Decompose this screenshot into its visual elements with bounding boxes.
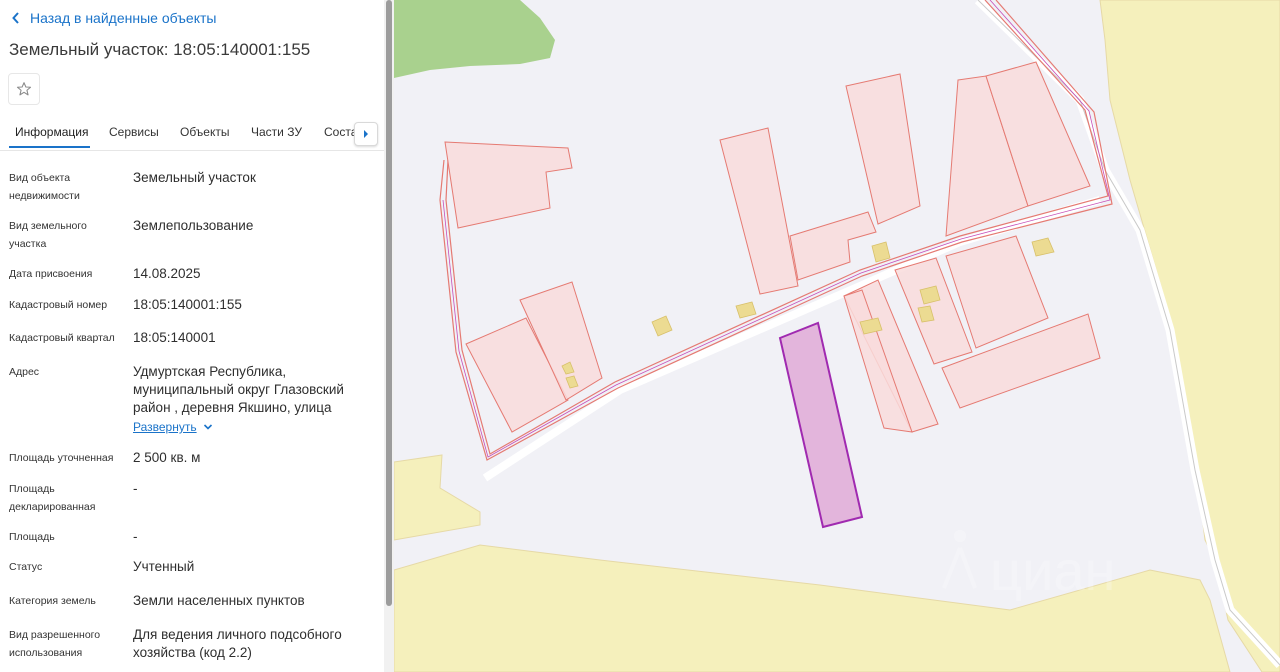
favorite-button[interactable] bbox=[8, 73, 40, 105]
tab-objects[interactable]: Объекты bbox=[180, 125, 230, 139]
field-label: Кадастровый номер bbox=[9, 299, 108, 311]
field-value: - bbox=[133, 529, 138, 544]
field-label: Площадь уточненная bbox=[9, 452, 114, 464]
field-value: 2 500 кв. м bbox=[133, 450, 201, 465]
active-tab-indicator bbox=[9, 146, 90, 148]
field-label: Площадь bbox=[9, 531, 55, 543]
field-value: Учтенный bbox=[133, 559, 195, 574]
tabs-scroll-right-button[interactable] bbox=[354, 122, 378, 146]
chevron-left-icon bbox=[12, 12, 19, 24]
field-label: Вид разрешенного использования bbox=[9, 629, 101, 659]
watermark-text: циан bbox=[990, 539, 1115, 602]
field-value: 18:05:140001 bbox=[133, 330, 216, 345]
field-value: Удмуртская Республика, муниципальный окр… bbox=[133, 364, 344, 415]
scrollbar-thumb[interactable] bbox=[386, 0, 392, 606]
panel-scrollbar[interactable] bbox=[384, 0, 394, 672]
field-value: Земли населенных пунктов bbox=[133, 593, 305, 608]
field-label: Вид земельного участка bbox=[9, 220, 87, 250]
expand-label: Развернуть bbox=[133, 420, 197, 434]
tab-parts[interactable]: Части ЗУ bbox=[251, 125, 302, 139]
tab-composition[interactable]: Соста bbox=[324, 125, 357, 139]
map-canvas[interactable]: циан bbox=[394, 0, 1280, 672]
back-link[interactable]: Назад в найденные объекты bbox=[12, 8, 216, 28]
expand-address-button[interactable]: Развернуть bbox=[133, 418, 213, 436]
field-value: - bbox=[133, 481, 138, 496]
field-label: Дата присвоения bbox=[9, 268, 93, 280]
field-value: Земельный участок bbox=[133, 170, 256, 185]
field-label: Кадастровый квартал bbox=[9, 332, 115, 344]
star-icon bbox=[16, 82, 32, 96]
cadastral-map[interactable]: циан bbox=[394, 0, 1280, 672]
tab-services[interactable]: Сервисы bbox=[109, 125, 159, 139]
caret-right-icon bbox=[364, 130, 368, 138]
field-label: Статус bbox=[9, 561, 43, 573]
field-value: 14.08.2025 bbox=[133, 266, 201, 281]
field-label: Адрес bbox=[9, 366, 40, 378]
field-label: Площадь декларированная bbox=[9, 483, 96, 513]
chevron-down-icon bbox=[203, 424, 212, 430]
page-title: Земельный участок: 18:05:140001:155 bbox=[9, 40, 311, 59]
field-label: Категория земель bbox=[9, 595, 96, 607]
info-panel: Назад в найденные объекты Земельный учас… bbox=[0, 0, 384, 672]
back-link-label: Назад в найденные объекты bbox=[30, 10, 217, 26]
field-label: Вид объекта недвижимости bbox=[9, 172, 80, 202]
tab-info[interactable]: Информация bbox=[15, 125, 88, 139]
field-value: Для ведения личного подсобного хозяйства… bbox=[133, 627, 342, 660]
field-value: 18:05:140001:155 bbox=[133, 297, 242, 312]
field-value: Землепользование bbox=[133, 218, 254, 233]
